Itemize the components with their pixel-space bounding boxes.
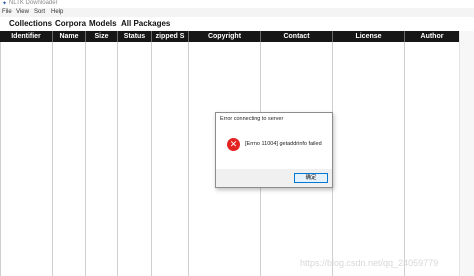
column-header-status[interactable]: Status	[118, 31, 151, 42]
column-gridline	[52, 42, 53, 276]
column-gridline	[151, 42, 152, 276]
dialog-title: Error connecting to server	[220, 116, 284, 122]
column-gridline	[188, 42, 189, 276]
menu-file[interactable]: File	[2, 8, 12, 16]
package-tabs: Collections Corpora Models All Packages	[0, 17, 474, 31]
dialog-message: [Errno 11004] getaddrinfo failed	[245, 141, 322, 147]
error-dialog: Error connecting to server ✕ [Errno 1100…	[215, 112, 333, 188]
column-header-copyright[interactable]: Copyright	[189, 31, 260, 42]
vertical-scrollbar[interactable]	[459, 31, 474, 276]
watermark-text: https://blog.csdn.net/qq_24059779	[300, 258, 439, 268]
column-header-zipped-size[interactable]: zipped S	[152, 31, 188, 42]
window-titlebar: ✦ NLTK Downloader	[0, 0, 474, 8]
column-header-identifier[interactable]: Identifier	[0, 31, 52, 42]
error-icon: ✕	[227, 138, 240, 151]
tab-collections[interactable]: Collections	[9, 17, 52, 31]
tab-all-packages[interactable]: All Packages	[121, 17, 170, 31]
menu-sort[interactable]: Sort	[34, 8, 45, 16]
menu-bar: File View Sort Help	[0, 8, 474, 17]
dialog-footer: 确定	[216, 169, 332, 187]
column-gridline	[404, 42, 405, 276]
column-gridline	[117, 42, 118, 276]
tab-corpora[interactable]: Corpora	[55, 17, 86, 31]
column-header-size[interactable]: Size	[86, 31, 117, 42]
column-header-author[interactable]: Author	[405, 31, 459, 42]
column-header-license[interactable]: License	[333, 31, 404, 42]
ok-button[interactable]: 确定	[294, 173, 328, 183]
column-gridline	[85, 42, 86, 276]
table-header: Identifier Name Size Status zipped S Cop…	[0, 31, 459, 42]
app-feather-icon: ✦	[2, 1, 8, 7]
window-title: NLTK Downloader	[9, 0, 58, 6]
menu-help[interactable]: Help	[51, 8, 63, 16]
column-header-name[interactable]: Name	[53, 31, 85, 42]
menu-view[interactable]: View	[16, 8, 29, 16]
column-header-contact[interactable]: Contact	[261, 31, 332, 42]
tab-models[interactable]: Models	[89, 17, 117, 31]
